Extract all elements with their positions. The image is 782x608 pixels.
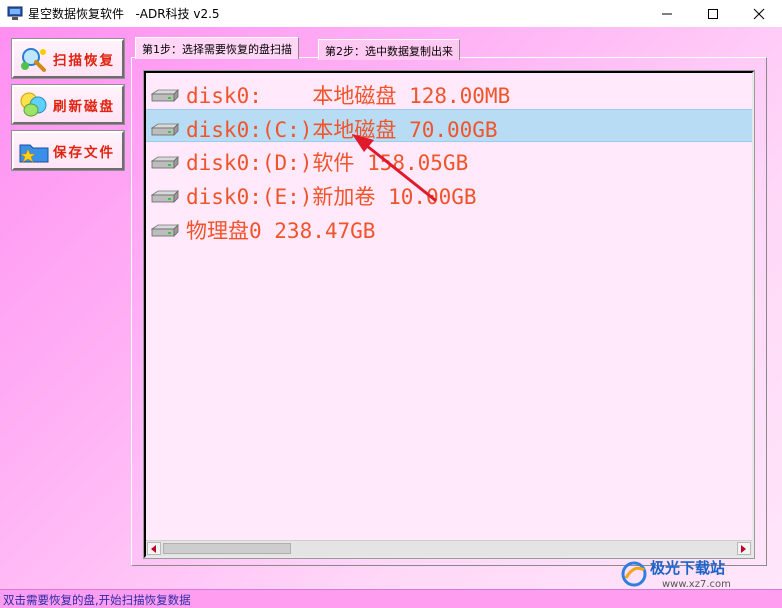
title-bar: 星空数据恢复软件 -ADR科技 v2.5 (0, 0, 782, 27)
scan-recover-button[interactable]: 扫描恢复 (11, 38, 125, 79)
scroll-left-icon (151, 544, 156, 553)
minimize-icon (662, 13, 672, 14)
scroll-right-button[interactable] (737, 542, 751, 555)
disk-label: 物理盘0 238.47GB (186, 219, 376, 243)
hard-disk-icon (150, 224, 179, 237)
hard-disk-icon (150, 156, 179, 169)
hard-disk-icon (150, 190, 179, 203)
save-file-label: 保存文件 (53, 144, 115, 161)
scan-magnifier-icon (21, 47, 46, 72)
disk-list-item[interactable]: 物理盘0 238.47GB (146, 211, 752, 244)
scrollbar-thumb[interactable] (163, 543, 291, 554)
refresh-disk-label: 刷新磁盘 (53, 98, 115, 115)
horizontal-scrollbar[interactable] (146, 540, 752, 556)
hard-disk-icon (150, 123, 179, 136)
disk-label: disk0: 本地磁盘 128.00MB (186, 84, 511, 108)
annotation-arrow-icon (352, 134, 437, 202)
tab-step-2[interactable]: 第2步：选中数据复制出来 (318, 39, 460, 60)
tab-step-1[interactable]: 第1步：选择需要恢复的盘扫描 (135, 37, 299, 59)
window-title: 星空数据恢复软件 -ADR科技 v2.5 (28, 7, 220, 21)
scroll-left-button[interactable] (147, 542, 161, 555)
scan-recover-label: 扫描恢复 (53, 52, 115, 69)
hard-disk-icon (150, 89, 179, 102)
minimize-button[interactable] (644, 0, 690, 27)
app-drive-icon (7, 6, 23, 20)
save-file-button[interactable]: 保存文件 (11, 130, 125, 171)
maximize-icon (708, 8, 718, 19)
refresh-balloons-icon (20, 92, 47, 116)
refresh-disk-button[interactable]: 刷新磁盘 (11, 84, 125, 125)
close-icon (753, 8, 765, 19)
save-folder-icon (19, 144, 49, 163)
watermark-title: 极光下载站 (650, 559, 725, 577)
status-text: 双击需要恢复的盘,开始扫描恢复数据 (3, 593, 191, 607)
maximize-button[interactable] (690, 0, 736, 27)
close-button[interactable] (736, 0, 782, 27)
watermark-logo: 极光下载站 www.xz7.com (621, 559, 731, 590)
scroll-right-icon (741, 544, 746, 553)
disk-list-item[interactable]: disk0: 本地磁盘 128.00MB (146, 76, 752, 109)
watermark-url: www.xz7.com (662, 579, 731, 590)
